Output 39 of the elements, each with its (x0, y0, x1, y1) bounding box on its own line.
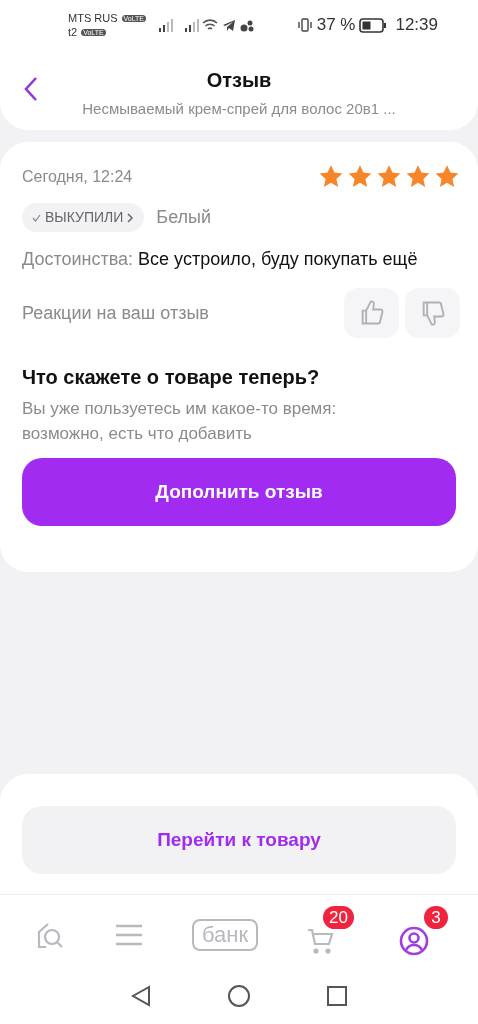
back-icon (24, 76, 38, 102)
reactions-label: Реакции на ваш отзыв (22, 301, 209, 325)
go-to-product-button[interactable]: Перейти к товару (22, 806, 456, 874)
nav-tab[interactable]: 20 (302, 905, 354, 964)
review-pros: Достоинства: Все устроило, буду покупать ещё (22, 248, 419, 271)
star-icon (347, 164, 373, 189)
count-badge: 20 (323, 905, 354, 929)
page-title: Отзыв (206, 68, 272, 93)
check-icon (32, 213, 41, 222)
star-icon (434, 164, 460, 189)
battery-icon (359, 17, 388, 33)
add-review-button[interactable]: Дополнить отзыв (22, 458, 456, 526)
signal-icon (158, 18, 176, 32)
dots-icon (240, 18, 254, 32)
product-subtitle: Несмываемый крем-спрей для волос 20в1 ... (82, 99, 396, 119)
prompt-text: Вы уже пользуетесь им какое-то время: возможно, есть что добавить (22, 398, 338, 445)
wifi-icon (202, 18, 218, 32)
profile-icon (398, 924, 430, 957)
back-nav-icon[interactable] (131, 985, 151, 1007)
star-icon (376, 164, 402, 189)
nav-tab[interactable]: 3 (394, 905, 448, 964)
review-date: Сегодня, 12:24 (22, 166, 133, 187)
variant-label: Белый (156, 206, 212, 229)
star-icon (405, 164, 431, 189)
home-nav-icon[interactable] (227, 984, 251, 1008)
purchased-badge[interactable]: ВЫКУПИЛИ (22, 203, 145, 232)
prompt-title: Что скажете о товаре теперь? (22, 365, 321, 390)
clock-time: 12:39 (395, 14, 438, 37)
telegram-icon (222, 18, 236, 32)
recents-nav-icon[interactable] (327, 986, 347, 1006)
carrier-name: MTS RUS (68, 12, 118, 24)
star-icon (318, 164, 344, 189)
battery-percent: 37 % (316, 14, 356, 37)
chevron-icon (127, 212, 135, 223)
menu-icon (113, 922, 144, 947)
carrier-name: t2 (68, 26, 78, 38)
vibrate-icon (296, 17, 313, 33)
count-badge: 3 (424, 905, 448, 929)
signal-icon (184, 18, 202, 32)
